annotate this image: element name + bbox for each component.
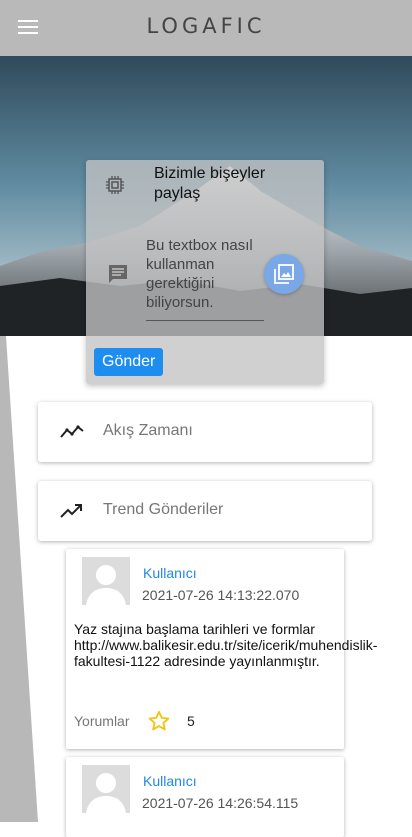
comment-icon: [109, 265, 127, 283]
comments-link[interactable]: Yorumlar: [74, 713, 130, 729]
image-icon: [274, 264, 294, 284]
post-username[interactable]: Kullanıcı: [143, 565, 197, 581]
avatar: [82, 557, 130, 605]
send-button[interactable]: Gönder: [94, 348, 164, 376]
nav-trending-label: Trend Gönderiler: [103, 501, 224, 518]
feed-post: Kullanıcı 2021-07-26 14:13:22.070 Yaz st…: [66, 549, 378, 749]
post-timestamp: 2021-07-26 14:26:54.115: [142, 795, 299, 811]
post-body: Yaz stajına başlama tarihleri ve formlar…: [74, 621, 378, 669]
feed-post: Kullanıcı 2021-07-26 14:26:54.115: [66, 757, 344, 837]
post-username[interactable]: Kullanıcı: [143, 773, 197, 789]
star-count: 5: [187, 713, 195, 729]
composer-card: Bizimle bişeyler paylaş Bu textbox nasıl…: [86, 160, 324, 384]
app-title: LOGAFIC: [146, 14, 266, 38]
timeline-icon: [60, 425, 84, 438]
post-textbox[interactable]: Bu textbox nasıl kullanman gerektiğini b…: [146, 236, 264, 321]
nav-timeline-label: Akış Zamanı: [103, 422, 193, 439]
app-bar: LOGAFIC: [0, 0, 412, 56]
nav-trending[interactable]: Trend Gönderiler: [38, 481, 372, 541]
post-timestamp: 2021-07-26 14:13:22.070: [142, 587, 300, 603]
composer-title: Bizimle bişeyler paylaş: [154, 165, 266, 202]
add-image-button[interactable]: [264, 254, 304, 294]
star-icon[interactable]: [148, 710, 170, 732]
cpu-icon: [106, 176, 124, 194]
trending-up-icon: [60, 504, 82, 518]
nav-timeline[interactable]: Akış Zamanı: [38, 402, 372, 462]
avatar: [82, 765, 130, 813]
